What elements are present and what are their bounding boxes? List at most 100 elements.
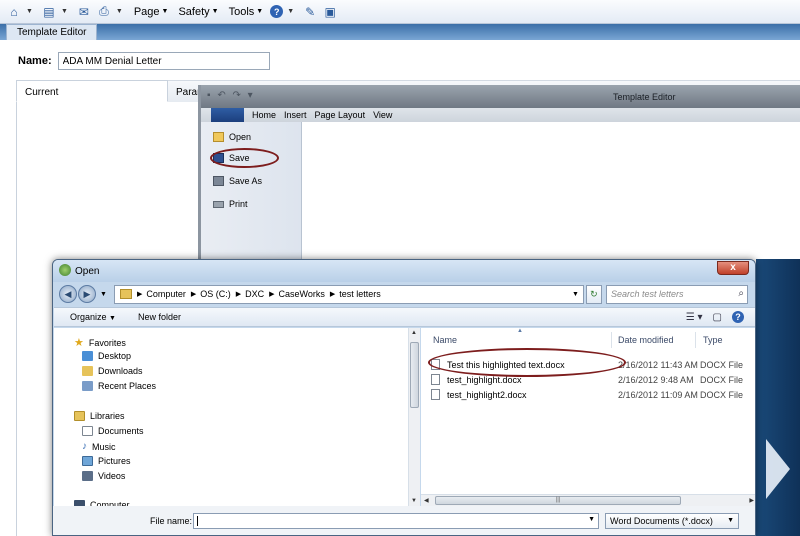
ribbon-tab-home[interactable]: Home — [252, 110, 276, 120]
breadcrumb-drive[interactable]: OS (C:) — [200, 289, 231, 299]
save-as-icon — [213, 176, 224, 186]
open-dialog: Open x ◀ ▶ ▼ ▶ Computer ▶ OS (C:) ▶ DXC … — [52, 259, 756, 536]
organize-label: Organize — [70, 312, 107, 322]
navigation-scrollbar[interactable]: ▲ ▼ — [408, 328, 420, 506]
menu-safety[interactable]: Safety ▼ — [175, 6, 221, 18]
chevron-down-icon: ▼ — [211, 8, 219, 15]
refresh-icon[interactable]: ↻ — [585, 284, 602, 304]
nav-documents[interactable]: Documents — [82, 426, 144, 436]
print-icon[interactable]: ⎙ — [96, 4, 112, 20]
recent-pages-icon[interactable]: ▼ — [100, 291, 107, 298]
tab-current[interactable]: Current — [16, 80, 168, 102]
nav-desktop[interactable]: Desktop — [82, 351, 131, 361]
ribbon-tab-insert[interactable]: Insert — [284, 110, 307, 120]
chevron-down-icon[interactable]: ▼ — [588, 516, 595, 523]
home-dropdown-icon[interactable]: ▼ — [26, 8, 33, 15]
onenote-icon[interactable]: ▣ — [322, 4, 338, 20]
search-input[interactable]: Search test letters ⌕ — [605, 284, 748, 304]
editor-title: Template Editor — [613, 92, 676, 102]
column-type[interactable]: Type — [703, 335, 723, 345]
name-input[interactable] — [57, 52, 270, 70]
file-name-label: File name: — [150, 516, 193, 526]
column-date-modified[interactable]: Date modified — [618, 335, 674, 345]
file-date: 2/16/2012 11:43 AM — [618, 360, 698, 370]
ribbon-tab-view[interactable]: View — [373, 110, 392, 120]
file-type-value: Word Documents (*.docx) — [610, 516, 713, 526]
view-options-icon[interactable]: ☰ ▾ — [686, 312, 703, 323]
backstage-print[interactable]: Print — [213, 199, 248, 209]
scroll-right-icon[interactable]: ▶ — [749, 497, 754, 504]
editor-body: Open Save Save As Print — [201, 122, 800, 265]
organize-button[interactable]: Organize ▼ — [70, 312, 116, 322]
recent-places-icon — [82, 381, 93, 391]
help-icon[interactable]: ? — [732, 311, 744, 323]
nav-libraries[interactable]: Libraries — [74, 411, 125, 421]
editor-title-bar: ▪ ↶ ↷ ▾ Template Editor — [201, 85, 800, 108]
backstage-print-label: Print — [229, 199, 248, 209]
menu-tools[interactable]: Tools ▼ — [226, 6, 267, 18]
feeds-dropdown-icon[interactable]: ▼ — [61, 8, 68, 15]
breadcrumb-dxc[interactable]: DXC — [245, 289, 264, 299]
quick-access-toolbar[interactable]: ▪ ↶ ↷ ▾ — [207, 90, 255, 101]
new-folder-button[interactable]: New folder — [138, 312, 181, 322]
mail-icon[interactable]: ✉ — [76, 4, 92, 20]
scroll-down-icon[interactable]: ▼ — [411, 498, 417, 504]
print-icon — [213, 200, 224, 208]
back-button[interactable]: ◀ — [59, 285, 77, 303]
menu-page[interactable]: Page ▼ — [131, 6, 172, 18]
file-row[interactable]: test_highlight2.docx 2/16/2012 11:09 AM … — [431, 388, 755, 402]
help-icon[interactable]: ? — [270, 5, 284, 18]
help-dropdown-icon[interactable]: ▼ — [287, 8, 294, 15]
libraries-icon — [74, 411, 85, 421]
dialog-title-bar: Open x — [53, 260, 755, 282]
address-bar[interactable]: ▶ Computer ▶ OS (C:) ▶ DXC ▶ CaseWorks ▶… — [113, 284, 584, 304]
nav-videos[interactable]: Videos — [82, 471, 125, 481]
column-name[interactable]: Name — [433, 335, 457, 345]
chevron-down-icon: ▼ — [256, 8, 264, 15]
backstage-save-as[interactable]: Save As — [213, 176, 262, 186]
forward-button[interactable]: ▶ — [78, 285, 96, 303]
research-icon[interactable]: ✎ — [302, 4, 318, 20]
preview-pane-icon[interactable]: ▢ — [713, 312, 722, 323]
ribbon-tab-page-layout[interactable]: Page Layout — [315, 110, 366, 120]
breadcrumb-test-letters[interactable]: test letters — [339, 289, 381, 299]
breadcrumb-caseworks[interactable]: CaseWorks — [279, 289, 325, 299]
menu-safety-label: Safety — [178, 5, 210, 18]
dialog-toolbar: Organize ▼ New folder ☰ ▾ ▢ ? — [54, 307, 755, 327]
home-icon[interactable]: ⌂ — [6, 4, 22, 20]
document-icon — [431, 374, 440, 385]
nav-music[interactable]: ♪ Music — [82, 441, 116, 452]
chevron-right-icon[interactable]: ▶ — [236, 290, 241, 298]
nav-favorites[interactable]: ★ Favorites — [74, 336, 126, 349]
search-icon[interactable]: ⌕ — [738, 288, 744, 299]
file-list-scrollbar[interactable]: ◀ ||| ▶ — [421, 494, 755, 506]
chevron-down-icon[interactable]: ▼ — [572, 291, 583, 298]
chevron-right-icon[interactable]: ▶ — [330, 290, 335, 298]
file-type-select[interactable]: Word Documents (*.docx) ▼ — [605, 513, 739, 529]
print-dropdown-icon[interactable]: ▼ — [116, 8, 123, 15]
file-menu-button[interactable] — [211, 108, 244, 122]
chevron-down-icon: ▼ — [161, 8, 169, 15]
sort-ascending-icon: ▲ — [517, 328, 523, 334]
annotation-oval-file — [428, 348, 626, 377]
scroll-left-icon[interactable]: ◀ — [424, 497, 429, 504]
close-button[interactable]: x — [717, 261, 749, 275]
chevron-right-icon[interactable]: ▶ — [137, 290, 142, 298]
open-folder-icon — [213, 132, 224, 142]
nav-pictures[interactable]: Pictures — [82, 456, 131, 466]
browser-command-bar: ⌂ ▼ ▤ ▼ ✉ ⎙ ▼ Page ▼ Safety ▼ Tools ▼ ? ▼ ✎ ▣ — [0, 0, 800, 24]
nav-downloads[interactable]: Downloads — [82, 366, 143, 376]
scroll-up-icon[interactable]: ▲ — [411, 330, 417, 336]
backstage-open[interactable]: Open — [213, 132, 251, 142]
feeds-icon[interactable]: ▤ — [41, 4, 57, 20]
nav-favorites-label: Favorites — [88, 337, 126, 348]
page-header: Template Editor — [0, 24, 800, 40]
chevron-right-icon[interactable]: ▶ — [269, 290, 274, 298]
file-name-input[interactable]: ▼ — [193, 513, 599, 529]
nav-recent-places[interactable]: Recent Places — [82, 381, 156, 391]
scrollbar-thumb[interactable] — [410, 342, 419, 408]
scrollbar-thumb[interactable]: ||| — [435, 496, 681, 505]
breadcrumb-computer[interactable]: Computer — [146, 289, 186, 299]
downloads-icon — [82, 366, 93, 376]
chevron-right-icon[interactable]: ▶ — [191, 290, 196, 298]
